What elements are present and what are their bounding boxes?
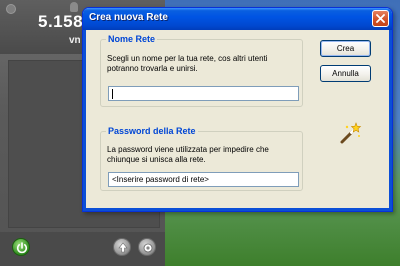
dialog-border [83,208,392,211]
settings-button[interactable] [138,238,156,256]
close-icon [376,14,385,23]
nickname-label: vn [69,35,81,46]
power-button[interactable] [12,238,30,256]
network-name-group: Nome Rete Scegli un nome per la tua rete… [100,34,303,107]
upload-icon [118,242,128,253]
upload-button[interactable] [113,238,131,256]
settings-icon [143,243,153,253]
network-name-description: Scegli un nome per la tua rete, cos altr… [107,54,268,73]
create-button[interactable]: Crea [320,40,371,57]
cancel-button[interactable]: Annulla [320,65,371,82]
close-button[interactable] [372,10,389,27]
network-password-group: Password della Rete La password viene ut… [100,126,303,191]
network-password-group-title: Password della Rete [106,126,198,136]
magic-wand-icon [340,122,362,144]
dialog-title: Crea nuova Rete [89,12,168,23]
dialog-border [83,30,86,211]
power-icon [16,242,28,254]
microphone-icon [70,2,78,12]
network-name-input[interactable] [108,86,299,101]
create-network-dialog: Crea nuova Rete Nome Rete Scegli un nome… [82,7,393,212]
dialog-titlebar[interactable]: Crea nuova Rete [83,8,392,30]
status-dot-icon [6,4,16,14]
network-password-description: La password viene utilizzata per impedir… [107,145,269,164]
network-name-group-title: Nome Rete [106,34,158,44]
network-password-input[interactable]: <Inserire password di rete> [108,172,299,187]
dialog-border [389,30,392,211]
text-cursor [112,88,113,99]
